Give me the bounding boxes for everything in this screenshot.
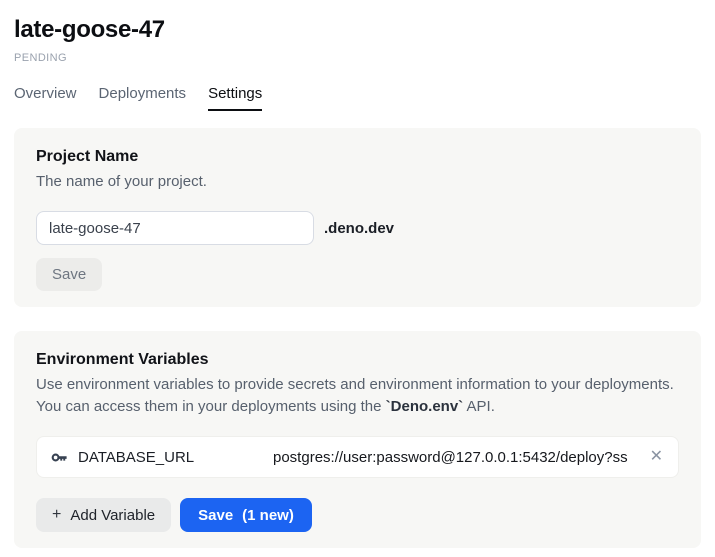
deno-env-code-text: `Deno.env` [386,398,464,415]
add-variable-label: Add Variable [70,508,155,523]
env-save-button[interactable]: Save (1 new) [180,498,312,532]
project-name-save-button[interactable]: Save [36,258,102,291]
project-name-card-description: The name of your project. [36,171,676,193]
status-badge: PENDING [14,52,701,64]
tab-bar: Overview Deployments Settings [14,85,701,111]
env-key-cell: DATABASE_URL [51,449,273,466]
page-title: late-goose-47 [14,16,701,44]
key-icon [51,449,68,466]
close-icon: ✕ [650,448,663,465]
tab-overview[interactable]: Overview [14,85,77,111]
tab-settings[interactable]: Settings [208,85,262,111]
env-variable-value: postgres://user:password@127.0.0.1:5432/… [273,449,642,466]
tab-deployments[interactable]: Deployments [99,85,187,111]
env-variable-row: DATABASE_URL postgres://user:password@12… [36,436,679,478]
project-name-input[interactable] [36,211,314,245]
project-settings-page: late-goose-47 PENDING Overview Deploymen… [0,0,715,548]
env-card-title: Environment Variables [36,351,679,369]
env-card-description: Use environment variables to provide sec… [36,374,676,418]
project-name-card: Project Name The name of your project. .… [14,128,701,307]
add-variable-button[interactable]: + Add Variable [36,498,171,532]
project-name-card-title: Project Name [36,148,679,166]
env-description-suffix: API. [463,398,495,415]
remove-variable-button[interactable]: ✕ [648,447,665,467]
environment-variables-card: Environment Variables Use environment va… [14,331,701,548]
env-description-text: Use environment variables to provide sec… [36,376,674,415]
env-variable-key: DATABASE_URL [78,449,194,466]
env-save-label: Save [198,508,233,523]
plus-icon: + [52,507,61,523]
env-save-count-badge: (1 new) [242,508,294,523]
project-name-form-row: .deno.dev [36,211,679,245]
env-actions-row: + Add Variable Save (1 new) [36,498,679,532]
domain-suffix-label: .deno.dev [324,220,394,237]
